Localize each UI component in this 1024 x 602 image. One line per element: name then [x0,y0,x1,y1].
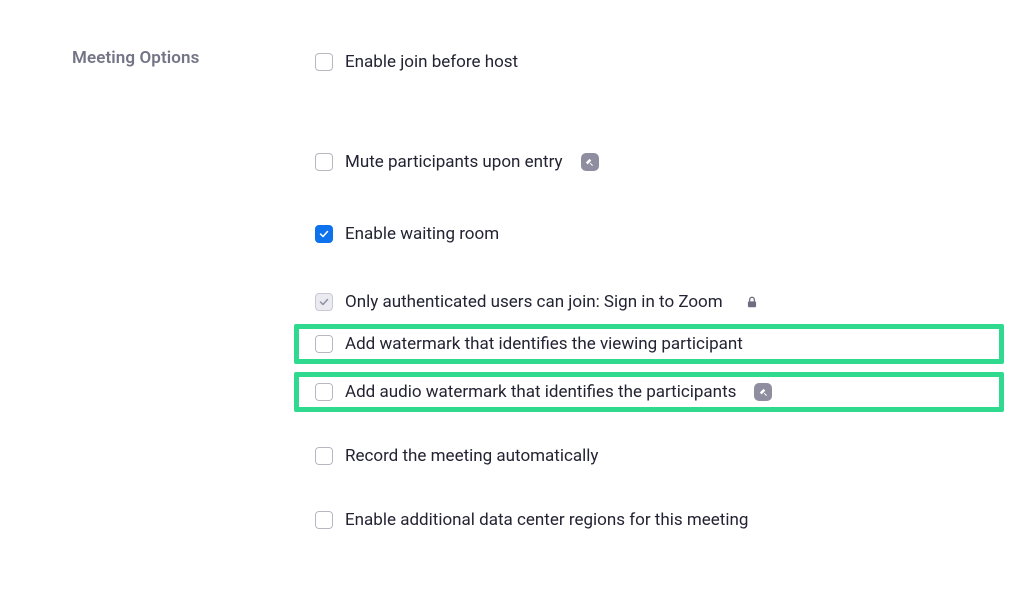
meeting-options-panel: Meeting Options Enable join before host … [0,0,1024,602]
checkbox-join-before-host[interactable] [315,53,333,71]
option-label: Only authenticated users can join: Sign … [345,292,723,312]
info-icon[interactable] [581,153,599,171]
section-title: Meeting Options [72,48,199,68]
option-label: Enable waiting room [345,224,499,244]
option-label: Add watermark that identifies the viewin… [345,334,743,354]
option-waiting-room: Enable waiting room [294,214,1004,254]
option-auto-record: Record the meeting automatically [294,436,1004,476]
option-dc-regions: Enable additional data center regions fo… [294,500,1004,540]
checkbox-auto-record[interactable] [315,447,333,465]
option-label: Mute participants upon entry [345,152,563,172]
option-watermark-audio-row: Add audio watermark that identifies the … [294,372,1004,412]
option-label: Enable join before host [345,52,518,72]
checkbox-waiting-room[interactable] [315,225,333,243]
option-label: Record the meeting automatically [345,446,598,466]
checkbox-watermark-video[interactable] [315,335,333,353]
lock-icon [745,295,759,309]
checkbox-authenticated-only [315,293,333,311]
checkbox-mute-on-entry[interactable] [315,153,333,171]
option-label: Add audio watermark that identifies the … [345,382,736,402]
checkbox-watermark-audio[interactable] [315,383,333,401]
option-label: Enable additional data center regions fo… [345,510,748,530]
option-authenticated-only: Only authenticated users can join: Sign … [294,282,1004,322]
info-icon[interactable] [754,383,772,401]
option-watermark-video-row: Add watermark that identifies the viewin… [294,324,1004,364]
options-list: Enable join before host Mute participant… [294,42,1004,540]
option-mute-on-entry: Mute participants upon entry [294,142,1004,182]
option-join-before-host: Enable join before host [294,42,1004,82]
checkbox-dc-regions[interactable] [315,511,333,529]
